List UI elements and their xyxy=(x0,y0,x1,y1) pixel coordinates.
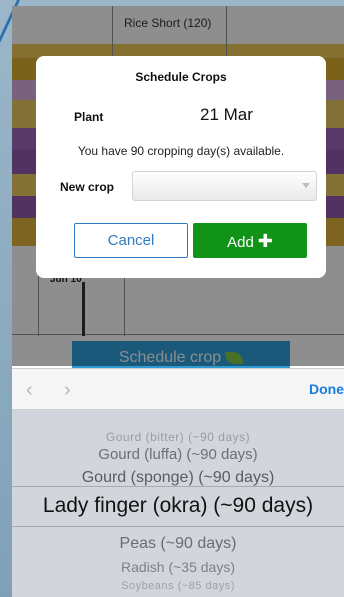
plant-label: Plant xyxy=(74,110,104,124)
dialog-title: Schedule Crops xyxy=(135,70,227,84)
picker-option-selected[interactable]: Lady finger (okra) (~90 days) xyxy=(12,494,344,518)
plus-icon: ✚ xyxy=(257,231,273,251)
new-crop-label: New crop xyxy=(60,180,115,194)
add-label: Add xyxy=(227,234,254,251)
picker-toolbar: ‹ › Done xyxy=(12,368,344,410)
picker-option[interactable]: Peas (~90 days) xyxy=(12,535,344,553)
plant-date: 21 Mar xyxy=(200,105,253,124)
done-button[interactable]: Done xyxy=(309,381,344,397)
new-crop-select[interactable] xyxy=(132,171,317,201)
picker-option[interactable]: Gourd (luffa) (~90 days) xyxy=(12,446,344,463)
selection-divider xyxy=(12,526,344,527)
picker-option[interactable]: Gourd (bitter) (~90 days) xyxy=(12,430,344,444)
picker-option[interactable]: Radish (~35 days) xyxy=(12,559,344,575)
crop-picker-wheel[interactable]: Gourd (bitter) (~90 days) Gourd (luffa) … xyxy=(12,410,344,597)
chevron-right-icon[interactable]: › xyxy=(64,379,71,402)
cancel-label: Cancel xyxy=(107,232,155,249)
add-button[interactable]: Add ✚ xyxy=(193,223,307,258)
available-days-text: You have 90 cropping day(s) available. xyxy=(77,144,285,158)
cancel-button[interactable]: Cancel xyxy=(74,223,188,258)
picker-option[interactable]: Soybeans (~85 days) xyxy=(12,580,344,592)
chevron-left-icon[interactable]: ‹ xyxy=(26,379,33,402)
app-screen: Rice Short (120) Jun 10 Schedule crop Sc… xyxy=(12,6,344,597)
picker-option[interactable]: Gourd (sponge) (~90 days) xyxy=(12,469,344,487)
chevron-down-icon xyxy=(302,183,310,188)
schedule-crops-dialog: Schedule Crops Plant 21 Mar You have 90 … xyxy=(36,56,326,278)
